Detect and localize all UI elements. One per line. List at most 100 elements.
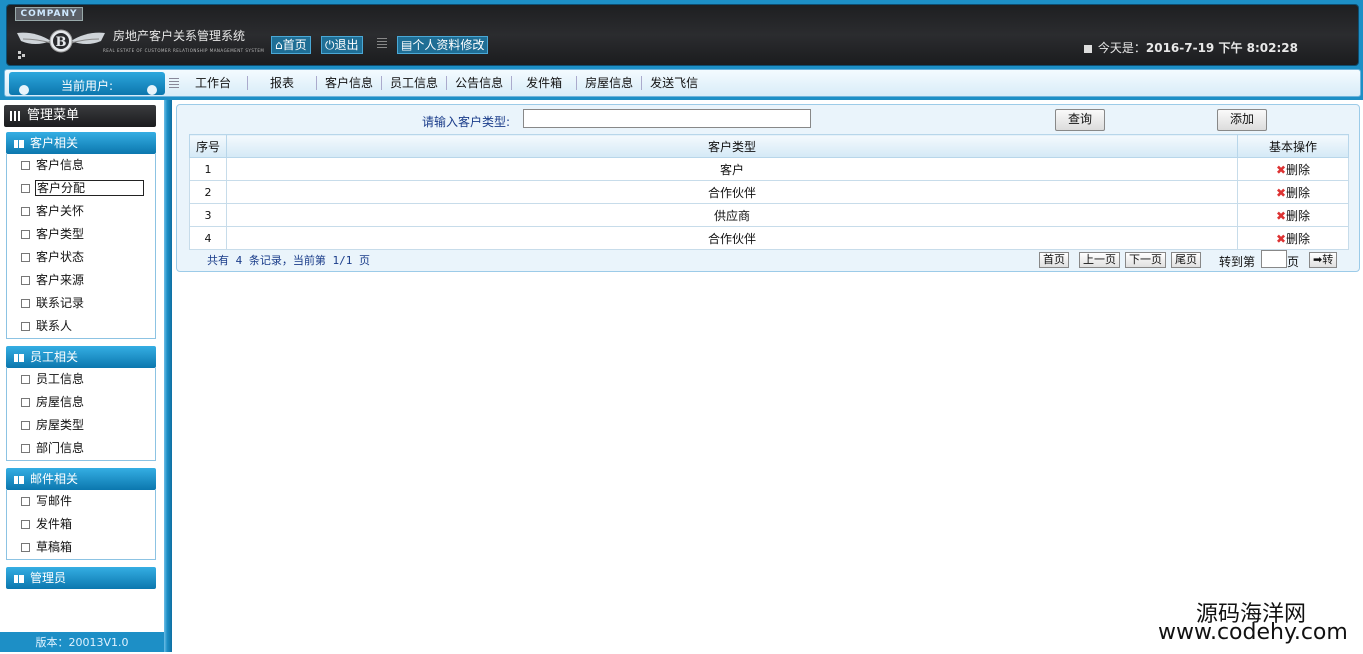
- record-summary: 共有 4 条记录，当前第 1/1 页: [207, 254, 370, 267]
- sidebar-item-contact-records[interactable]: 联系记录: [7, 292, 155, 315]
- sidebar-item-customer-assign[interactable]: 客户分配: [7, 177, 155, 200]
- cell-index: 2: [189, 180, 227, 204]
- delete-link[interactable]: ✖删除: [1237, 226, 1349, 250]
- go-button[interactable]: ➡转: [1309, 252, 1338, 268]
- add-button[interactable]: 添加: [1217, 109, 1267, 131]
- sidebar-item-employee-info[interactable]: 员工信息: [7, 368, 155, 391]
- bullet-icon: [21, 398, 30, 407]
- cell-type: 客户: [226, 157, 1238, 181]
- sidebar-item-label: 客户状态: [36, 250, 85, 264]
- top-navbar: 当前用户: 工作台 报表 客户信息 员工信息 公告信息 发件箱 房屋信息 发送飞…: [0, 68, 1363, 100]
- table-row: 3 供应商 ✖删除: [189, 203, 1349, 227]
- sidebar-item-label: 部门信息: [36, 441, 85, 455]
- delete-x-icon: ✖: [1275, 208, 1287, 223]
- sidebar-item-write-mail[interactable]: 写邮件: [7, 490, 155, 513]
- search-label: 请输入客户类型:: [422, 115, 511, 129]
- group-head-employee[interactable]: 员工相关: [6, 346, 156, 368]
- nav-item-outbox[interactable]: 发件箱: [512, 76, 578, 90]
- sidebar-item-department-info[interactable]: 部门信息: [7, 437, 155, 460]
- bullet-icon: [21, 184, 30, 193]
- nav-item-customer-info[interactable]: 客户信息: [317, 76, 383, 90]
- bullet-icon: [21, 253, 30, 262]
- sidebar-item-outbox[interactable]: 发件箱: [7, 513, 155, 536]
- nav-item-workbench[interactable]: 工作台: [179, 76, 249, 90]
- customer-type-table: 序号 客户类型 基本操作 1 客户 ✖删除 2 合作伙伴 ✖删除 3 供应商 ✖…: [189, 134, 1349, 250]
- bullet-icon: [21, 276, 30, 285]
- query-button[interactable]: 查询: [1055, 109, 1105, 131]
- nav-item-employee-info[interactable]: 员工信息: [382, 76, 448, 90]
- sidebar-title: 管理菜单: [4, 105, 156, 127]
- nav-item-house-info[interactable]: 房屋信息: [577, 76, 643, 90]
- system-subtitle: REAL ESTATE OF CUSTOMER RELATIONSHIP MAN…: [103, 48, 265, 53]
- delete-x-icon: ✖: [1275, 231, 1287, 246]
- bullet-icon: [21, 322, 30, 331]
- sidebar: 管理菜单 客户相关 客户信息 客户分配 客户关怀 客户类型 客户状态 客户来源 …: [0, 100, 164, 652]
- book-icon: [14, 353, 24, 362]
- cell-type: 供应商: [226, 203, 1238, 227]
- sidebar-item-customer-care[interactable]: 客户关怀: [7, 200, 155, 223]
- table-row: 1 客户 ✖删除: [189, 157, 1349, 181]
- company-badge: COMPANY: [15, 7, 83, 21]
- cell-type: 合作伙伴: [226, 226, 1238, 250]
- home-button[interactable]: ⌂首页: [271, 36, 311, 54]
- nav-item-announcements[interactable]: 公告信息: [447, 76, 513, 90]
- delete-link[interactable]: ✖删除: [1237, 180, 1349, 204]
- group-head-admin[interactable]: 管理员: [6, 567, 156, 589]
- profile-edit-button[interactable]: ▤个人资料修改: [397, 36, 489, 54]
- first-page-button[interactable]: 首页: [1039, 252, 1069, 268]
- current-user-label: 当前用户:: [60, 79, 114, 93]
- knob-right-icon: [147, 85, 157, 95]
- goto-page-input[interactable]: [1261, 250, 1287, 268]
- sidebar-item-label: 员工信息: [36, 372, 85, 386]
- sidebar-item-label: 客户关怀: [36, 204, 85, 218]
- bullet-icon: [21, 543, 30, 552]
- sidebar-item-label: 客户类型: [36, 227, 85, 241]
- bullet-icon: [21, 421, 30, 430]
- sidebar-item-label: 客户来源: [36, 273, 85, 287]
- prev-page-button[interactable]: 上一页: [1079, 252, 1120, 268]
- sidebar-item-contacts[interactable]: 联系人: [7, 315, 155, 338]
- sidebar-item-customer-source[interactable]: 客户来源: [7, 269, 155, 292]
- group-body-employee: 员工信息 房屋信息 房屋类型 部门信息: [6, 368, 156, 461]
- last-page-button[interactable]: 尾页: [1171, 252, 1201, 268]
- group-title: 客户相关: [30, 136, 79, 150]
- nav-grip-icon: [169, 78, 179, 90]
- menu-group-admin: 管理员: [6, 567, 156, 589]
- sidebar-divider: [164, 100, 172, 652]
- pager: 共有 4 条记录，当前第 1/1 页 首页 上一页 下一页 尾页 转到第 页 ➡…: [177, 250, 1359, 270]
- delete-link[interactable]: ✖删除: [1237, 157, 1349, 181]
- col-header-index: 序号: [189, 134, 227, 158]
- logout-button[interactable]: ⏻退出: [321, 36, 363, 54]
- sidebar-item-label: 房屋类型: [36, 418, 85, 432]
- menu-group-mail: 邮件相关 写邮件 发件箱 草稿箱: [6, 468, 156, 560]
- bullet-icon: [21, 230, 30, 239]
- watermark-en: www.codehy.com: [1158, 620, 1348, 645]
- sidebar-item-label: 房屋信息: [36, 395, 85, 409]
- nav-item-reports[interactable]: 报表: [248, 76, 318, 90]
- delete-x-icon: ✖: [1275, 185, 1287, 200]
- sidebar-item-customer-type[interactable]: 客户类型: [7, 223, 155, 246]
- customer-type-search-input[interactable]: [523, 109, 811, 128]
- sidebar-item-house-info[interactable]: 房屋信息: [7, 391, 155, 414]
- current-user-box: 当前用户:: [9, 72, 165, 95]
- next-page-button[interactable]: 下一页: [1125, 252, 1166, 268]
- nav-item-send-fetion[interactable]: 发送飞信: [642, 76, 706, 90]
- sidebar-item-house-type[interactable]: 房屋类型: [7, 414, 155, 437]
- table-header-row: 序号 客户类型 基本操作: [189, 134, 1349, 158]
- group-head-customer[interactable]: 客户相关: [6, 132, 156, 154]
- sidebar-item-customer-info[interactable]: 客户信息: [7, 154, 155, 177]
- delete-label: 删除: [1286, 185, 1311, 200]
- square-bullet-icon: [1083, 44, 1092, 53]
- sidebar-item-label: 联系人: [36, 319, 73, 333]
- delete-link[interactable]: ✖删除: [1237, 203, 1349, 227]
- power-icon: ⏻: [325, 38, 335, 52]
- sidebar-item-customer-status[interactable]: 客户状态: [7, 246, 155, 269]
- sidebar-item-drafts[interactable]: 草稿箱: [7, 536, 155, 559]
- group-head-mail[interactable]: 邮件相关: [6, 468, 156, 490]
- customer-type-table-wrap: 序号 客户类型 基本操作 1 客户 ✖删除 2 合作伙伴 ✖删除 3 供应商 ✖…: [189, 134, 1349, 250]
- bentley-logo-icon: B: [17, 29, 105, 59]
- sidebar-item-label: 发件箱: [36, 517, 73, 531]
- book-icon: [14, 574, 24, 583]
- cell-index: 1: [189, 157, 227, 181]
- customer-type-panel: 请输入客户类型: 查询 添加 序号 客户类型 基本操作 1 客户 ✖删除 2 合…: [176, 104, 1360, 272]
